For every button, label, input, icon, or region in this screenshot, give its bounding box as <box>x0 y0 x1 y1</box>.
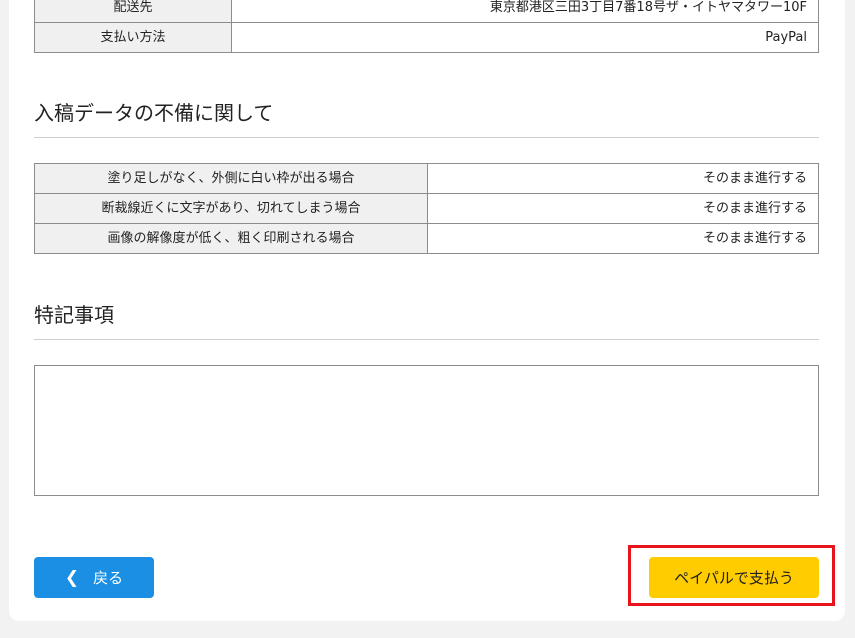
notes-heading: 特記事項 <box>34 303 114 327</box>
issue-value: そのまま進行する <box>427 193 819 224</box>
table-row: 支払い方法 PayPal <box>34 22 819 53</box>
order-info-table: 配送先 東京都港区三田3丁目7番18号ザ・イトヤマタワー10F 支払い方法 Pa… <box>34 0 819 53</box>
notes-textarea[interactable] <box>34 365 819 496</box>
issue-label: 画像の解像度が低く、粗く印刷される場合 <box>34 223 428 254</box>
pay-button-label: ペイパルで支払う <box>674 569 794 587</box>
back-button[interactable]: ❮ 戻る <box>34 557 154 598</box>
table-row: 断裁線近くに文字があり、切れてしまう場合 そのまま進行する <box>34 193 819 224</box>
issue-label: 断裁線近くに文字があり、切れてしまう場合 <box>34 193 428 224</box>
chevron-left-icon: ❮ <box>64 567 80 588</box>
shipping-address-value: 東京都港区三田3丁目7番18号ザ・イトヤマタワー10F <box>231 0 819 23</box>
payment-method-label: 支払い方法 <box>34 22 232 53</box>
order-confirmation-card <box>9 0 845 621</box>
data-issues-heading: 入稿データの不備に関して <box>34 101 274 125</box>
issue-value: そのまま進行する <box>427 223 819 254</box>
issue-label: 塗り足しがなく、外側に白い枠が出る場合 <box>34 163 428 194</box>
pay-with-paypal-button[interactable]: ペイパルで支払う <box>649 557 819 598</box>
shipping-address-label: 配送先 <box>34 0 232 23</box>
issue-value: そのまま進行する <box>427 163 819 194</box>
section-divider <box>34 339 819 340</box>
payment-method-value: PayPal <box>231 22 819 53</box>
table-row: 配送先 東京都港区三田3丁目7番18号ザ・イトヤマタワー10F <box>34 0 819 23</box>
table-row: 画像の解像度が低く、粗く印刷される場合 そのまま進行する <box>34 223 819 254</box>
data-issues-table: 塗り足しがなく、外側に白い枠が出る場合 そのまま進行する 断裁線近くに文字があり… <box>34 163 819 254</box>
table-row: 塗り足しがなく、外側に白い枠が出る場合 そのまま進行する <box>34 163 819 194</box>
back-button-label: 戻る <box>93 569 124 587</box>
section-divider <box>34 137 819 138</box>
